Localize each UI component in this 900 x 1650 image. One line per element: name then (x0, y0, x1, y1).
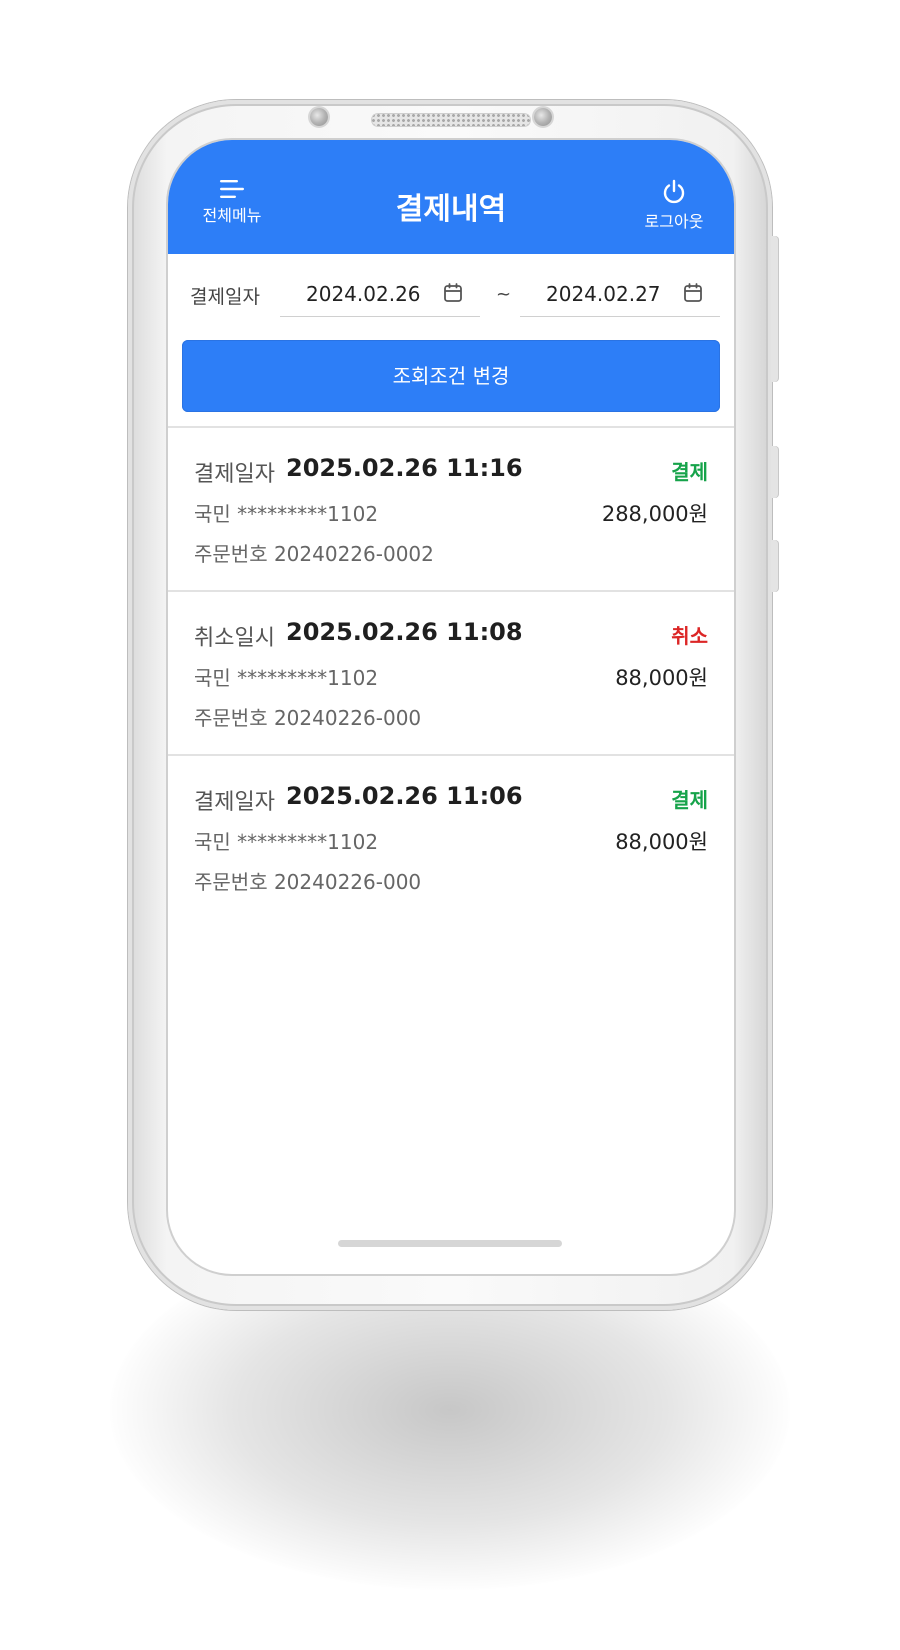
side-button-bottom (771, 540, 779, 592)
transaction-amount: 88,000원 (615, 666, 708, 690)
front-camera (310, 108, 328, 126)
app-header: 전체메뉴 결제내역 로그아웃 (168, 140, 734, 254)
transaction-datetime: 2025.02.26 11:16 (286, 454, 523, 482)
transaction-date-label: 결제일자 (194, 790, 275, 815)
calendar-icon[interactable] (442, 282, 464, 304)
transaction-status: 결제 (671, 788, 708, 812)
transaction-datetime: 2025.02.26 11:06 (286, 782, 523, 810)
date-range-separator: ~ (496, 284, 512, 305)
date-to-value: 2024.02.27 (546, 282, 661, 306)
sensor (534, 108, 552, 126)
speaker-grille (371, 113, 531, 127)
power-icon (663, 179, 685, 204)
transaction-date-label: 결제일자 (194, 462, 275, 487)
transaction-item[interactable]: 결제일자 2025.02.26 11:06 결제 국민 *********110… (168, 756, 734, 918)
transaction-order-number: 주문번호 20240226-000 (194, 870, 422, 894)
transaction-order-number: 주문번호 20240226-0002 (194, 542, 434, 566)
transaction-item[interactable]: 취소일시 2025.02.26 11:08 취소 국민 *********110… (168, 592, 734, 756)
side-button-top (771, 236, 779, 382)
logout-label: 로그아웃 (644, 212, 704, 231)
date-from-field[interactable]: 2024.02.26 (280, 266, 480, 317)
transaction-amount: 288,000원 (601, 502, 708, 526)
side-button-middle (771, 446, 779, 498)
date-filter-row: 결제일자 2024.02.26 ~ 2024.02.27 (168, 254, 734, 330)
transaction-list: 결제일자 2025.02.26 11:16 결제 국민 *********110… (168, 428, 734, 918)
transaction-amount: 88,000원 (615, 830, 708, 854)
home-indicator[interactable] (338, 1240, 562, 1247)
transaction-card: 국민 *********1102 (194, 666, 379, 690)
transaction-datetime: 2025.02.26 11:08 (286, 618, 523, 646)
phone-screen: 전체메뉴 결제내역 로그아웃 결제일자 2024.02.26 ~ 2024.02… (168, 140, 734, 1274)
date-to-field[interactable]: 2024.02.27 (520, 266, 720, 317)
transaction-status: 결제 (671, 460, 708, 484)
filter-label: 결제일자 (190, 286, 260, 308)
date-from-value: 2024.02.26 (306, 282, 421, 306)
change-search-condition-button[interactable]: 조회조건 변경 (182, 340, 720, 412)
transaction-date-label: 취소일시 (194, 626, 275, 651)
transaction-status: 취소 (671, 624, 708, 648)
transaction-card: 국민 *********1102 (194, 502, 379, 526)
calendar-icon[interactable] (682, 282, 704, 304)
transaction-card: 국민 *********1102 (194, 830, 379, 854)
transaction-item[interactable]: 결제일자 2025.02.26 11:16 결제 국민 *********110… (168, 428, 734, 592)
logout-button[interactable]: 로그아웃 (626, 178, 722, 232)
transaction-order-number: 주문번호 20240226-000 (194, 706, 422, 730)
